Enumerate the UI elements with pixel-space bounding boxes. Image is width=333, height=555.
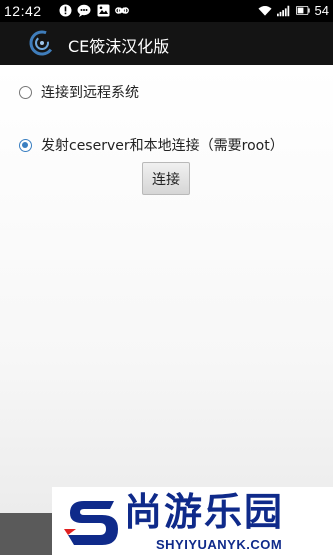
battery-icon — [295, 4, 310, 18]
nav-overlay — [0, 513, 52, 555]
watermark-text: 尚游乐园 — [124, 490, 285, 534]
image-icon — [96, 3, 110, 17]
option-local-ceserver[interactable]: 发射ceserver和本地连接（需要root） — [19, 135, 284, 155]
app-title: CE筱沫汉化版 — [68, 37, 170, 56]
watermark: 尚游乐园 SHYIYUANYK.COM — [52, 487, 333, 555]
main-content: 连接到远程系统 发射ceserver和本地连接（需要root） 连接 — [0, 65, 333, 555]
action-bar: CE筱沫汉化版 — [0, 22, 333, 65]
status-time: 12:42 — [4, 3, 42, 19]
watermark-url: SHYIYUANYK.COM — [156, 537, 283, 552]
connect-button[interactable]: 连接 — [142, 162, 190, 195]
chat-icon — [77, 3, 91, 17]
alert-icon — [58, 3, 72, 17]
option-remote-system[interactable]: 连接到远程系统 — [19, 82, 139, 102]
system-icons: 54 — [257, 3, 329, 18]
option-local-ceserver-label: 发射ceserver和本地连接（需要root） — [41, 138, 284, 154]
notification-icons — [58, 3, 129, 17]
ce-logo-icon[interactable] — [28, 29, 56, 57]
watermark-logo-icon — [62, 491, 122, 551]
status-bar: 12:42 54 — [0, 0, 333, 22]
signal-icon — [276, 4, 291, 18]
option-remote-system-label: 连接到远程系统 — [41, 85, 139, 101]
battery-level: 54 — [314, 3, 329, 18]
radio-local-ceserver[interactable] — [19, 138, 32, 152]
wifi-icon — [257, 4, 272, 18]
radio-remote-system[interactable] — [19, 85, 32, 99]
infinity-icon — [115, 3, 129, 17]
